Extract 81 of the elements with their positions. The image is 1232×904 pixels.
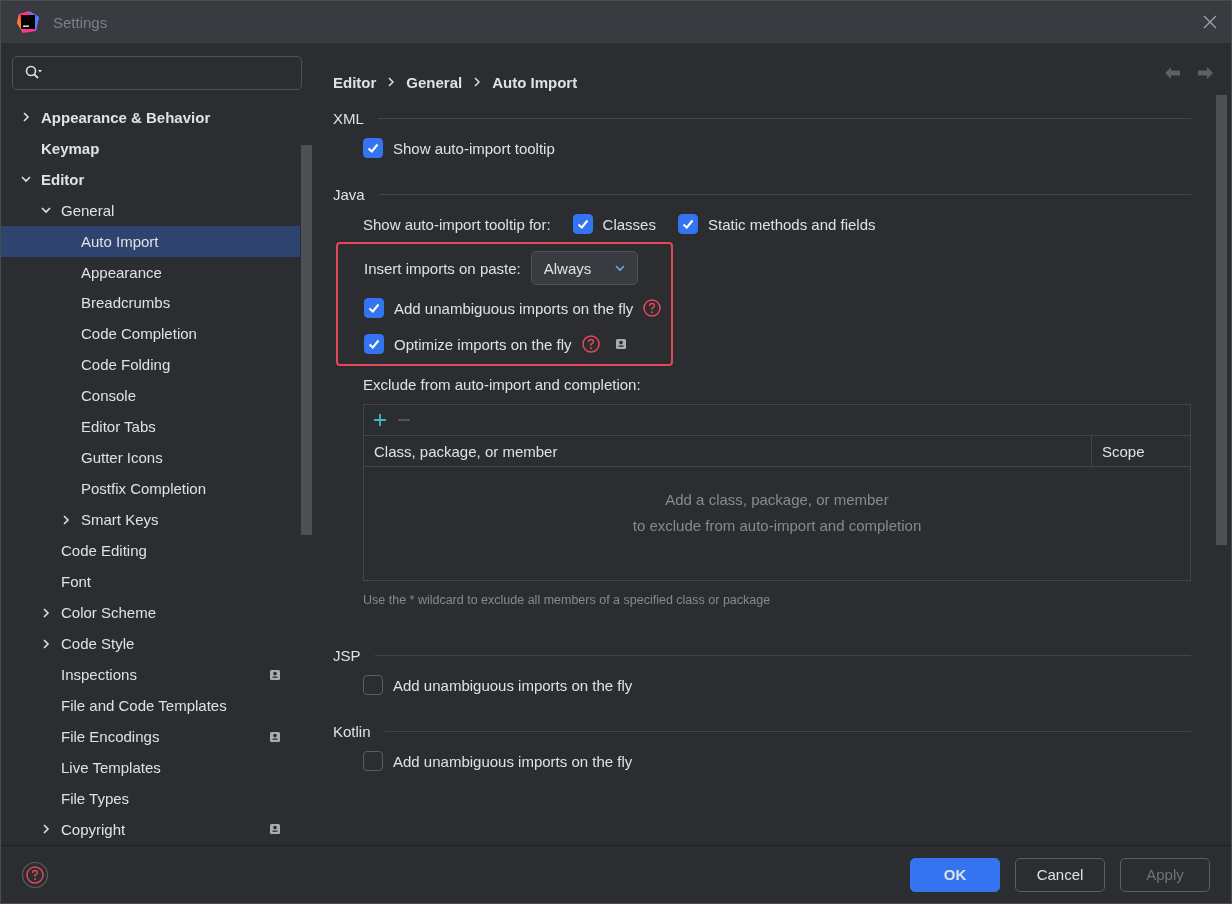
- breadcrumb-item[interactable]: Auto Import: [492, 73, 578, 91]
- chevron-right-icon[interactable]: [61, 514, 71, 525]
- tree-item[interactable]: Color Scheme: [1, 597, 300, 629]
- chevron-right-icon[interactable]: [41, 607, 51, 618]
- chevron-down-icon: [615, 264, 626, 272]
- checkmark-icon: [366, 141, 380, 155]
- tree-item[interactable]: Keymap: [1, 132, 300, 164]
- tree-item[interactable]: File Encodings: [1, 721, 300, 752]
- help-icon[interactable]: [643, 299, 662, 317]
- tree-item[interactable]: Inspections: [1, 659, 300, 691]
- chevron-right-icon[interactable]: [21, 112, 31, 123]
- tree-item[interactable]: Font: [1, 566, 300, 598]
- tree-item[interactable]: Appearance & Behavior: [1, 101, 300, 133]
- checkbox-label[interactable]: Add unambiguous imports on the fly: [393, 676, 633, 694]
- section-title: XML: [333, 109, 364, 127]
- tree-item[interactable]: File Types: [1, 783, 300, 814]
- add-icon[interactable]: [374, 414, 386, 426]
- checkmark-icon: [575, 217, 590, 231]
- checkbox-label[interactable]: Static methods and fields: [707, 215, 876, 233]
- column-header[interactable]: Class, package, or member: [364, 436, 1091, 466]
- checkbox-label[interactable]: Add unambiguous imports on the fly: [393, 752, 633, 770]
- chevron-down-icon[interactable]: [21, 174, 31, 185]
- tree-item[interactable]: Gutter Icons: [1, 442, 300, 474]
- section-title: Java: [333, 185, 365, 203]
- checkbox[interactable]: [677, 214, 698, 234]
- tree-item[interactable]: Copyright: [1, 813, 300, 845]
- tree-item[interactable]: Auto Import: [1, 225, 300, 257]
- help-icon[interactable]: [581, 335, 600, 353]
- section-title: Kotlin: [333, 722, 371, 740]
- checkbox[interactable]: [364, 298, 384, 318]
- scrollbar-thumb[interactable]: [301, 145, 312, 535]
- empty-text: to exclude from auto-import and completion: [632, 516, 922, 536]
- checkbox-label[interactable]: Add unambiguous imports on the fly: [394, 299, 634, 317]
- option-label: Show auto-import tooltip for:: [363, 215, 551, 233]
- tree-item[interactable]: Postfix Completion: [1, 473, 300, 505]
- chevron-right-icon[interactable]: [41, 638, 51, 649]
- dialog-button[interactable]: Cancel: [1015, 857, 1105, 892]
- breadcrumb-item[interactable]: General: [406, 73, 463, 91]
- paste-dropdown[interactable]: Always: [530, 251, 639, 285]
- tree-item[interactable]: General: [1, 194, 300, 226]
- window-title: Settings: [53, 13, 109, 31]
- tree-item[interactable]: Smart Keys: [1, 504, 300, 536]
- dropdown-label: Insert imports on paste:: [364, 259, 521, 277]
- chevron-right-icon: [388, 77, 395, 87]
- checkbox[interactable]: [363, 751, 383, 771]
- tree-item[interactable]: Console: [1, 380, 300, 412]
- tree-item[interactable]: Code Editing: [1, 535, 300, 567]
- exclude-label: Exclude from auto-import and completion:: [363, 375, 641, 393]
- checkbox[interactable]: [363, 138, 383, 158]
- checkbox-label[interactable]: Optimize imports on the fly: [394, 335, 572, 353]
- tree-item[interactable]: Breadcrumbs: [1, 287, 300, 319]
- checkmark-icon: [680, 217, 695, 231]
- scrollbar-thumb[interactable]: [1216, 95, 1227, 545]
- close-icon[interactable]: [1203, 15, 1217, 29]
- tree-item[interactable]: Editor: [1, 163, 300, 195]
- tree-item[interactable]: Editor Tabs: [1, 411, 300, 443]
- tree-item[interactable]: Code Completion: [1, 318, 300, 350]
- checkbox-label[interactable]: Show auto-import tooltip: [393, 139, 555, 157]
- chevron-right-icon[interactable]: [41, 824, 51, 835]
- checkbox-label[interactable]: Classes: [602, 215, 656, 233]
- tree-item[interactable]: Live Templates: [1, 752, 300, 783]
- search-field[interactable]: [12, 56, 302, 90]
- checkbox[interactable]: [364, 334, 384, 354]
- section-title: JSP: [333, 646, 361, 664]
- tree-item[interactable]: File and Code Templates: [1, 690, 300, 722]
- chevron-right-icon: [474, 77, 481, 87]
- empty-text: Add a class, package, or member: [665, 490, 889, 510]
- chevron-down-icon[interactable]: [41, 205, 51, 216]
- app-logo-icon: [17, 11, 39, 33]
- checkbox[interactable]: [572, 214, 593, 234]
- breadcrumb-item[interactable]: Editor: [333, 73, 377, 91]
- tree-item[interactable]: Appearance: [1, 256, 300, 288]
- help-icon[interactable]: [21, 860, 49, 889]
- tree-item[interactable]: Code Style: [1, 628, 300, 660]
- tree-item[interactable]: Code Folding: [1, 349, 300, 381]
- column-header[interactable]: Scope: [1091, 436, 1190, 466]
- checkmark-icon: [367, 301, 381, 315]
- search-icon: [25, 64, 43, 81]
- checkbox[interactable]: [363, 675, 383, 695]
- hint-text: Use the * wildcard to exclude all members of a specified class or package: [363, 593, 772, 607]
- checkmark-icon: [367, 337, 381, 351]
